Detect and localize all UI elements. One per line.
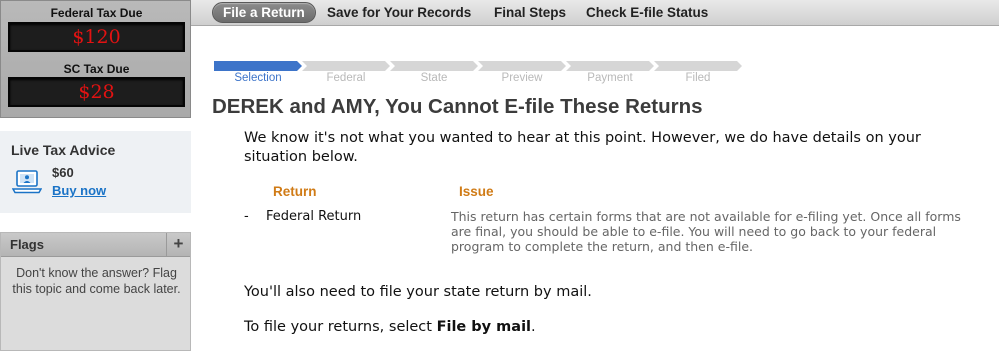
live-tax-advice-panel: Live Tax Advice $60 Buy now [0, 131, 191, 213]
tax-due-meter: Federal Tax Due $120 SC Tax Due $28 [0, 0, 191, 118]
progress-tracker: Selection Federal State Preview Payment … [214, 61, 744, 87]
laptop-advisor-icon [12, 170, 42, 194]
intro-text: We know it's not what you wanted to hear… [244, 130, 921, 165]
nav-file-a-return[interactable]: File a Return [212, 2, 316, 23]
progress-segment-preview [478, 61, 566, 71]
step-filed: Filed [685, 72, 711, 84]
step-preview: Preview [501, 72, 543, 84]
flags-help-text: Don't know the answer? Flag this topic a… [12, 266, 181, 296]
flags-header: Flags + [1, 233, 190, 257]
federal-tax-due-label: Federal Tax Due [50, 6, 143, 20]
row-bullet: - [244, 209, 249, 224]
state-tax-due-amount: $28 [8, 77, 185, 107]
page-title: DEREK and AMY, You Cannot E-file These R… [212, 95, 703, 118]
step-selection: Selection [234, 72, 282, 84]
plus-icon[interactable]: + [166, 233, 190, 256]
progress-segment-selection [214, 61, 302, 71]
step-state: State [420, 72, 448, 84]
nav-save-for-your-records[interactable]: Save for Your Records [327, 5, 471, 20]
sidebar: Federal Tax Due $120 SC Tax Due $28 Live… [0, 0, 191, 351]
row-issue-text: This return has certain forms that are n… [451, 209, 961, 254]
progress-segment-payment [566, 61, 654, 71]
file-by-mail-reference: File by mail [436, 319, 532, 335]
nav-check-e-file-status[interactable]: Check E-file Status [586, 5, 708, 20]
advice-price: $60 [52, 165, 74, 180]
progress-segment-federal [302, 61, 390, 71]
file-instruction: To file your returns, select File by mai… [244, 319, 536, 335]
file-instruction-prefix: To file your returns, select [244, 319, 437, 335]
column-header-return: Return [273, 184, 317, 199]
row-return-name: Federal Return [266, 209, 362, 224]
live-tax-advice-title: Live Tax Advice [11, 142, 116, 158]
federal-tax-due-amount: $120 [8, 22, 185, 52]
flags-panel: Flags + Don't know the answer? Flag this… [0, 232, 191, 351]
buy-now-link[interactable]: Buy now [52, 183, 106, 198]
state-mail-notice: You'll also need to file your state retu… [244, 284, 592, 300]
progress-segment-state [390, 61, 478, 71]
nav-final-steps[interactable]: Final Steps [494, 5, 566, 20]
file-instruction-suffix: . [531, 319, 536, 335]
step-federal: Federal [326, 72, 366, 84]
progress-segment-filed [654, 61, 742, 71]
top-navigation: File a Return Save for Your Records Fina… [191, 0, 999, 26]
flags-title: Flags [10, 237, 44, 252]
column-header-issue: Issue [459, 184, 494, 199]
step-payment: Payment [587, 72, 633, 84]
state-tax-due-label: SC Tax Due [63, 62, 130, 76]
